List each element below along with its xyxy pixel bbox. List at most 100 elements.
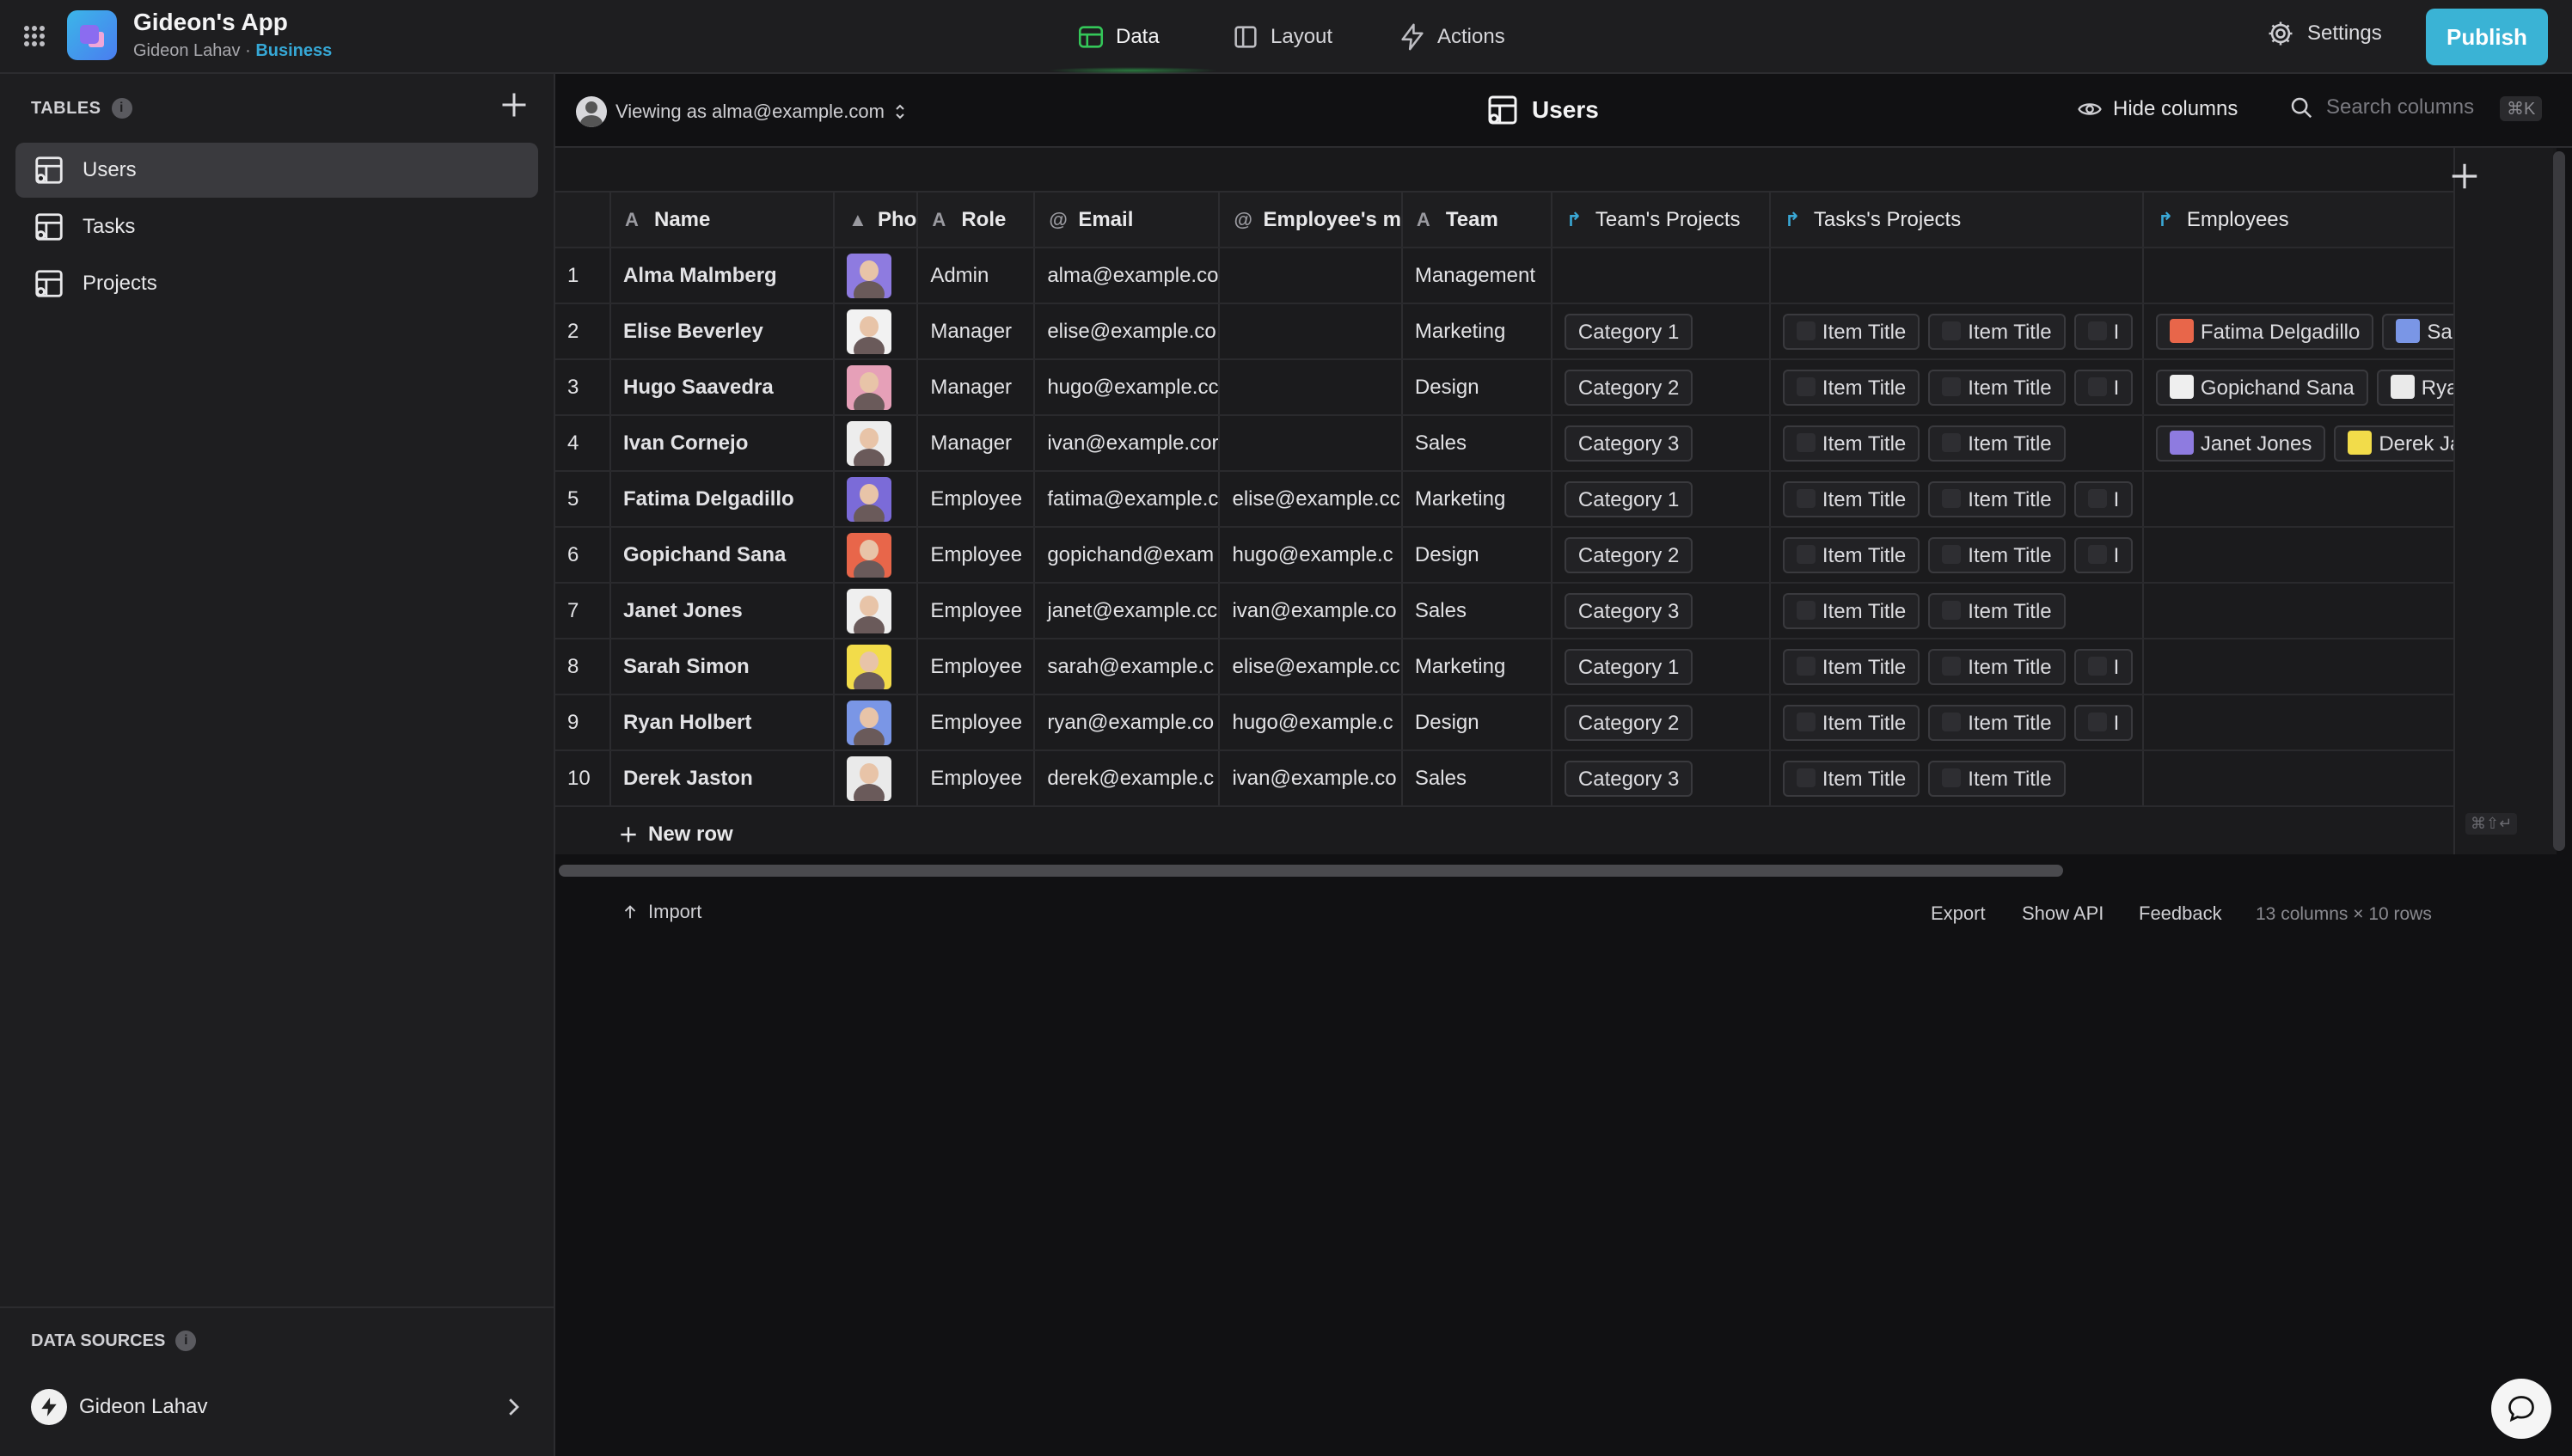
cell-name[interactable]: Janet Jones: [610, 583, 835, 639]
cell-task-projects[interactable]: Item Title Item Title: [1769, 583, 2144, 639]
new-row-cell[interactable]: New row: [555, 806, 2494, 854]
cell-employees[interactable]: [2142, 248, 2494, 304]
table-row[interactable]: 5 Fatima Delgadillo Employee fatima@example…: [555, 471, 2494, 528]
item-chip[interactable]: I: [2073, 648, 2134, 685]
cell-email[interactable]: janet@example.cc: [1034, 583, 1221, 639]
cell-role[interactable]: Manager: [917, 303, 1036, 360]
cell-team[interactable]: Design: [1401, 359, 1552, 416]
cell-manager[interactable]: ivan@example.co: [1219, 750, 1403, 807]
cell-employees[interactable]: Gopichand Sana Ryan: [2142, 359, 2494, 416]
search-input[interactable]: Search columns: [2326, 95, 2474, 119]
add-table-icon[interactable]: [499, 89, 530, 120]
column-header-team-projects[interactable]: ↱ Team's Projects: [1551, 193, 1771, 248]
sidebar-item-tasks[interactable]: Tasks: [15, 199, 538, 254]
cell-employees[interactable]: [2142, 471, 2494, 528]
cell-task-projects[interactable]: Item Title Item Title I: [1769, 471, 2144, 528]
cell-photo[interactable]: [834, 527, 919, 584]
category-chip[interactable]: Category 1: [1564, 313, 1693, 350]
item-chip[interactable]: Item Title: [1928, 648, 2066, 685]
category-chip[interactable]: Category 2: [1564, 369, 1693, 406]
category-chip[interactable]: Category 3: [1564, 425, 1693, 462]
cell-email[interactable]: fatima@example.c: [1034, 471, 1221, 528]
cell-manager[interactable]: [1219, 248, 1403, 304]
cell-employees[interactable]: [2142, 694, 2494, 751]
item-chip[interactable]: I: [2073, 704, 2134, 741]
cell-team-projects[interactable]: [1551, 248, 1771, 304]
table-row[interactable]: 8 Sarah Simon Employee sarah@example.c elise…: [555, 639, 2494, 695]
item-chip[interactable]: Item Title: [1782, 760, 1920, 797]
info-icon[interactable]: i: [111, 98, 132, 119]
cell-role[interactable]: Manager: [917, 359, 1036, 416]
cell-photo[interactable]: [834, 248, 919, 304]
item-chip[interactable]: Item Title: [1782, 425, 1920, 462]
cell-name[interactable]: Sarah Simon: [610, 639, 835, 695]
category-chip[interactable]: Category 1: [1564, 648, 1693, 685]
vertical-scrollbar[interactable]: [2553, 151, 2565, 851]
cell-team-projects[interactable]: Category 3: [1551, 750, 1771, 807]
chat-button[interactable]: [2491, 1379, 2551, 1439]
cell-task-projects[interactable]: [1769, 248, 2144, 304]
table-row[interactable]: 2 Elise Beverley Manager elise@example.co Ma…: [555, 303, 2494, 360]
item-chip[interactable]: I: [2073, 369, 2134, 406]
item-chip[interactable]: Item Title: [1928, 592, 2066, 629]
column-header-photo[interactable]: ▲ Pho: [834, 193, 919, 248]
cell-photo[interactable]: [834, 639, 919, 695]
cell-team[interactable]: Marketing: [1401, 639, 1552, 695]
table-row[interactable]: 6 Gopichand Sana Employee gopichand@exam hug…: [555, 527, 2494, 584]
category-chip[interactable]: Category 3: [1564, 760, 1693, 797]
column-header-role[interactable]: A Role: [917, 193, 1036, 248]
category-chip[interactable]: Category 2: [1564, 536, 1693, 573]
nav-layout[interactable]: Layout: [1231, 17, 1332, 57]
cell-email[interactable]: derek@example.c: [1034, 750, 1221, 807]
table-row[interactable]: 7 Janet Jones Employee janet@example.cc ivan…: [555, 583, 2494, 639]
employee-chip[interactable]: Fatima Delgadillo: [2155, 313, 2374, 350]
settings-button[interactable]: Settings: [2266, 19, 2382, 48]
item-chip[interactable]: I: [2073, 313, 2134, 350]
item-chip[interactable]: Item Title: [1782, 592, 1920, 629]
cell-email[interactable]: elise@example.co: [1034, 303, 1221, 360]
cell-role[interactable]: Employee: [917, 694, 1036, 751]
cell-team[interactable]: Sales: [1401, 415, 1552, 472]
cell-employees[interactable]: [2142, 583, 2494, 639]
item-chip[interactable]: Item Title: [1782, 369, 1920, 406]
item-chip[interactable]: Item Title: [1782, 313, 1920, 350]
new-row[interactable]: New row: [555, 806, 2494, 854]
cell-role[interactable]: Employee: [917, 471, 1036, 528]
info-icon[interactable]: i: [175, 1331, 197, 1351]
table-row[interactable]: 10 Derek Jaston Employee derek@example.c iva…: [555, 750, 2494, 807]
data-source-item[interactable]: Gideon Lahav: [31, 1386, 530, 1428]
cell-photo[interactable]: [834, 471, 919, 528]
cell-employees[interactable]: [2142, 527, 2494, 584]
item-chip[interactable]: Item Title: [1928, 760, 2066, 797]
cell-manager[interactable]: [1219, 415, 1403, 472]
cell-name[interactable]: Gopichand Sana: [610, 527, 835, 584]
cell-photo[interactable]: [834, 359, 919, 416]
employee-chip[interactable]: Janet Jones: [2155, 425, 2326, 462]
category-chip[interactable]: Category 3: [1564, 592, 1693, 629]
cell-team-projects[interactable]: Category 2: [1551, 694, 1771, 751]
cell-employees[interactable]: Janet Jones Derek Ja: [2142, 415, 2494, 472]
cell-task-projects[interactable]: Item Title Item Title: [1769, 415, 2144, 472]
item-chip[interactable]: Item Title: [1928, 704, 2066, 741]
cell-manager[interactable]: [1219, 303, 1403, 360]
cell-photo[interactable]: [834, 750, 919, 807]
cell-team[interactable]: Management: [1401, 248, 1552, 304]
cell-team-projects[interactable]: Category 3: [1551, 583, 1771, 639]
table-row[interactable]: 4 Ivan Cornejo Manager ivan@example.cor Sale…: [555, 415, 2494, 472]
table-row[interactable]: 1 Alma Malmberg Admin alma@example.co Manage…: [555, 248, 2494, 304]
item-chip[interactable]: I: [2073, 480, 2134, 517]
cell-manager[interactable]: ivan@example.co: [1219, 583, 1403, 639]
cell-team[interactable]: Design: [1401, 694, 1552, 751]
sidebar-item-users[interactable]: Users: [15, 143, 538, 198]
show-api-button[interactable]: Show API: [2022, 902, 2104, 925]
item-chip[interactable]: Item Title: [1782, 536, 1920, 573]
column-header-manager[interactable]: @ Employee's m: [1219, 193, 1403, 248]
cell-name[interactable]: Hugo Saavedra: [610, 359, 835, 416]
cell-task-projects[interactable]: Item Title Item Title I: [1769, 527, 2144, 584]
cell-team[interactable]: Design: [1401, 527, 1552, 584]
cell-team[interactable]: Marketing: [1401, 303, 1552, 360]
viewing-as-selector[interactable]: Viewing as alma@example.com: [576, 96, 907, 127]
cell-email[interactable]: hugo@example.cc: [1034, 359, 1221, 416]
item-chip[interactable]: Item Title: [1928, 536, 2066, 573]
cell-team-projects[interactable]: Category 3: [1551, 415, 1771, 472]
